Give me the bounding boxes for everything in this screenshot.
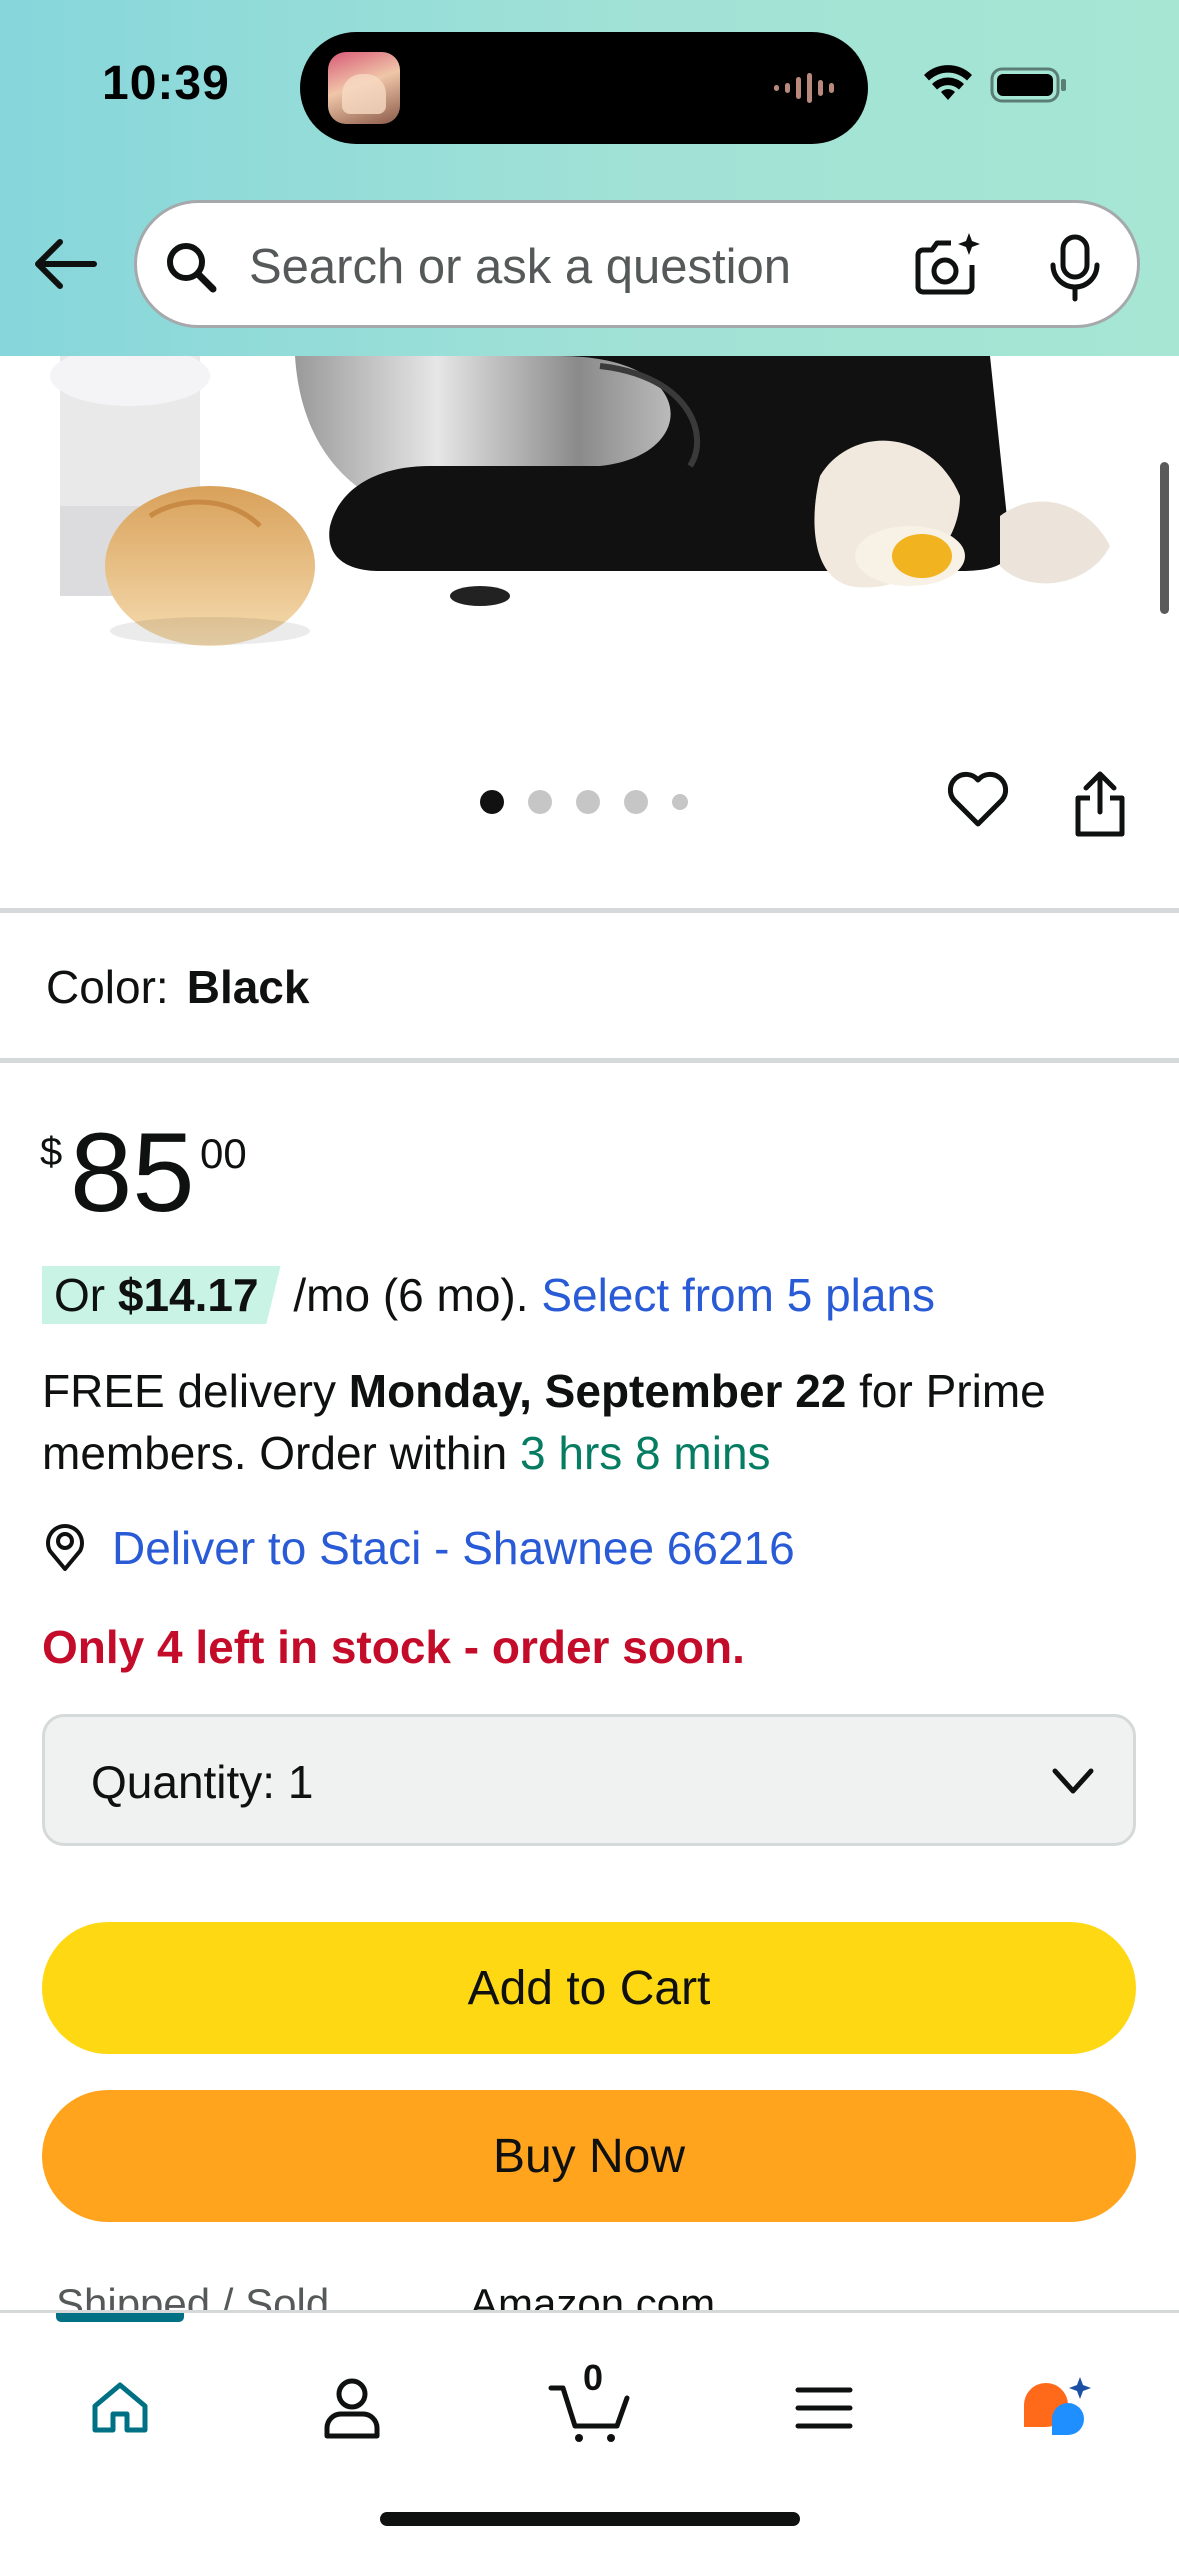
search-input[interactable]: Search or ask a question: [249, 239, 791, 295]
color-label: Color:: [46, 961, 169, 1013]
heart-icon[interactable]: [946, 770, 1010, 830]
nav-home[interactable]: [60, 2353, 180, 2463]
wifi-icon: [924, 65, 972, 100]
cart-count-badge: 0: [582, 2357, 604, 2398]
microphone-icon[interactable]: [1047, 233, 1103, 303]
price-whole: 85: [70, 1110, 195, 1235]
home-indicator[interactable]: [380, 2512, 800, 2526]
header: 10:39 Search or ask a question: [0, 0, 1179, 356]
nav-rufus-assistant[interactable]: [998, 2353, 1118, 2463]
back-arrow-icon[interactable]: [30, 236, 100, 292]
share-icon[interactable]: [1072, 770, 1128, 838]
add-to-cart-button[interactable]: Add to Cart: [42, 1922, 1136, 2054]
page-dot[interactable]: [624, 790, 648, 814]
installment-offer: Or $14.17 /mo (6 mo). Select from 5 plan…: [42, 1266, 935, 1324]
price-symbol: $: [40, 1130, 63, 1174]
nav-menu[interactable]: [764, 2353, 884, 2463]
page-dot[interactable]: [576, 790, 600, 814]
search-icon: [167, 243, 217, 293]
select-plans-link[interactable]: Select from 5 plans: [541, 1269, 935, 1321]
status-time: 10:39: [102, 57, 230, 110]
quantity-value: 1: [287, 1756, 314, 1808]
location-pin-icon: [46, 1524, 84, 1571]
nav-account[interactable]: [292, 2353, 412, 2463]
now-playing-thumbnail: [328, 52, 400, 124]
buy-now-button[interactable]: Buy Now: [42, 2090, 1136, 2222]
camera-search-icon[interactable]: [913, 231, 983, 301]
image-pagination[interactable]: [480, 790, 688, 814]
audio-waveform-icon: [774, 72, 834, 104]
nav-cart[interactable]: 0: [530, 2353, 650, 2463]
deliver-to-text[interactable]: Deliver to Staci - Shawnee 66216: [112, 1521, 795, 1575]
quantity-label: Quantity: 1: [91, 1756, 314, 1808]
account-icon: [324, 2378, 380, 2439]
page-dot[interactable]: [672, 794, 688, 810]
quantity-dropdown[interactable]: Quantity: 1: [42, 1714, 1136, 1846]
stand-mixer-photo: [50, 356, 1110, 646]
installment-chip: Or $14.17: [42, 1266, 281, 1324]
home-icon: [92, 2382, 148, 2433]
chevron-down-icon: [1052, 1768, 1094, 1794]
stock-status: Only 4 left in stock - order soon.: [42, 1621, 745, 1673]
page-dot[interactable]: [528, 790, 552, 814]
search-bar[interactable]: Search or ask a question: [134, 200, 1140, 328]
dynamic-island[interactable]: [300, 32, 868, 144]
color-value: Black: [186, 961, 310, 1013]
order-cutoff: 3 hrs 8 mins: [520, 1427, 771, 1479]
installment-amount: $14.17: [117, 1269, 259, 1321]
product-image[interactable]: [0, 356, 1179, 686]
menu-icon: [795, 2387, 853, 2429]
color-selector[interactable]: Color: Black: [46, 960, 309, 1014]
battery-icon: [990, 67, 1066, 103]
price-fraction: 00: [200, 1130, 247, 1177]
deliver-to-link[interactable]: Deliver to Staci - Shawnee 66216: [42, 1518, 795, 1578]
delivery-info: FREE delivery Monday, September 22 for P…: [42, 1365, 1046, 1479]
rufus-assistant-icon: [1024, 2377, 1091, 2435]
active-tab-indicator: [56, 2313, 184, 2322]
scrollbar[interactable]: [1160, 462, 1169, 614]
section-divider: [0, 1058, 1179, 1063]
delivery-date: Monday, September 22: [348, 1365, 847, 1417]
page-dot[interactable]: [480, 790, 504, 814]
installment-term: /mo (6 mo).: [293, 1269, 529, 1321]
section-divider: [0, 908, 1179, 913]
